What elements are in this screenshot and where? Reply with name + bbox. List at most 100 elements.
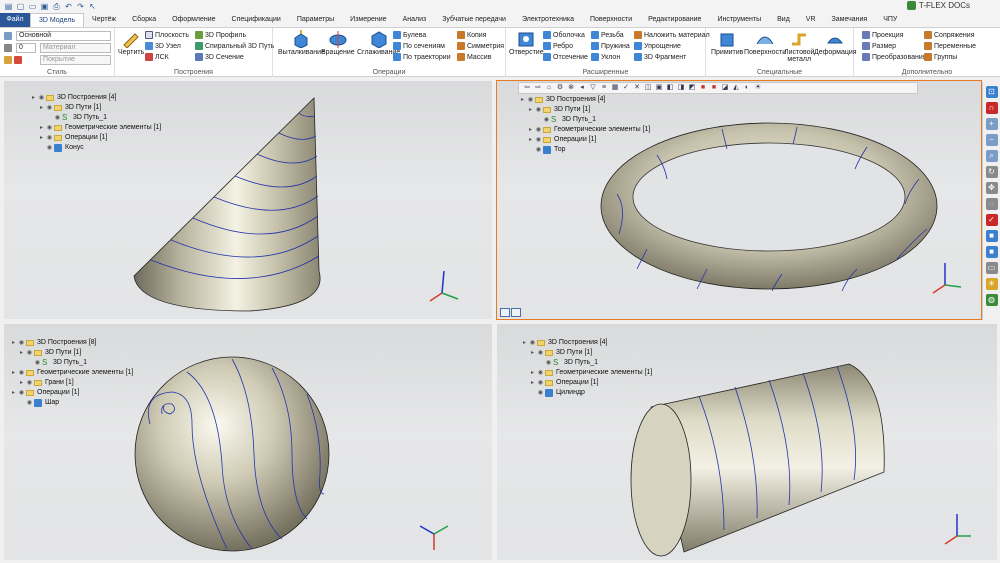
- settings-icon[interactable]: ⚙: [556, 84, 564, 92]
- forward-icon[interactable]: ⇨: [534, 84, 542, 92]
- tab-17[interactable]: ЧПУ: [875, 13, 905, 27]
- transform-button[interactable]: Преобразования: [862, 53, 927, 61]
- render-icon[interactable]: ◐: [743, 84, 751, 92]
- visibility-icon[interactable]: ◉: [526, 95, 535, 105]
- extrude-button[interactable]: Выталкивание: [278, 30, 325, 56]
- draw-button[interactable]: Чертить: [118, 30, 144, 56]
- width-combo[interactable]: 0: [16, 43, 36, 53]
- sheet-metal-button[interactable]: Листовой металл: [784, 30, 814, 63]
- cylinder-model[interactable]: [629, 362, 889, 557]
- tree-item[interactable]: ▸ ◉ 3D Построения [4]: [519, 95, 650, 105]
- tree-item[interactable]: ◉ Шар: [10, 398, 133, 408]
- apply-material-button[interactable]: Наложить материал: [634, 31, 710, 39]
- tab-4[interactable]: Оформление: [164, 13, 223, 27]
- visibility-icon[interactable]: ◉: [25, 348, 34, 358]
- tab-9[interactable]: Зубчатые передачи: [434, 13, 514, 27]
- print-icon[interactable]: ⎙: [52, 2, 61, 11]
- torus-model[interactable]: [597, 119, 942, 294]
- app-menu-icon[interactable]: ▤: [4, 2, 13, 11]
- cube-blue-icon[interactable]: ■: [985, 230, 998, 242]
- tree-item[interactable]: ▸ ◉ 3D Пути [1]: [521, 348, 652, 358]
- shell-button[interactable]: Оболочка: [543, 31, 585, 39]
- orbit-icon[interactable]: ◌: [985, 198, 998, 210]
- slope-button[interactable]: Уклон: [591, 53, 620, 61]
- symmetry-button[interactable]: Симметрия: [457, 42, 504, 50]
- sphere-model[interactable]: [132, 354, 332, 554]
- deformation-button[interactable]: Деформация: [814, 30, 857, 56]
- primitive-button[interactable]: Примитив: [711, 30, 743, 56]
- tab-2[interactable]: Чертёж: [84, 13, 124, 27]
- expand-arrow-icon[interactable]: ▸: [30, 93, 37, 103]
- viewport-cylinder[interactable]: ▸ ◉ 3D Построения [4] ▸ ◉ 3D Пути [1] ◉ S 3D Пут…: [497, 324, 997, 560]
- visibility-icon[interactable]: ◉: [17, 368, 26, 378]
- brand[interactable]: T-FLEX DOCs: [906, 1, 970, 10]
- expand-arrow-icon[interactable]: ▸: [527, 125, 534, 135]
- section3d-button[interactable]: 3D Сечение: [195, 53, 244, 61]
- shade-icon[interactable]: ◪: [721, 84, 729, 92]
- sun-icon[interactable]: ☀: [985, 278, 998, 290]
- visibility-icon[interactable]: ◉: [37, 93, 46, 103]
- red-cube-icon[interactable]: ■: [699, 84, 707, 92]
- array-button[interactable]: Массив: [457, 53, 491, 61]
- expand-arrow-icon[interactable]: ▸: [38, 103, 45, 113]
- visibility-icon[interactable]: ◉: [53, 113, 62, 123]
- pan-icon[interactable]: ✥: [985, 182, 998, 194]
- cube-blue-2-icon[interactable]: ■: [985, 246, 998, 258]
- visibility-icon[interactable]: ◉: [534, 105, 543, 115]
- node3d-button[interactable]: 3D Узел: [145, 42, 181, 50]
- material-combo[interactable]: Материал: [40, 43, 111, 53]
- check-icon[interactable]: ✓: [622, 84, 630, 92]
- size-button[interactable]: Размер: [862, 42, 896, 50]
- select-icon[interactable]: ↖: [88, 2, 97, 11]
- redo-icon[interactable]: ↷: [76, 2, 85, 11]
- tree-item[interactable]: ▸ ◉ Операции [1]: [10, 388, 133, 398]
- back-icon[interactable]: ⇦: [523, 84, 531, 92]
- by-sections-button[interactable]: По сечениям: [393, 42, 445, 50]
- visibility-icon[interactable]: ◉: [25, 378, 34, 388]
- filter-icon[interactable]: ▽: [589, 84, 597, 92]
- lsk-button[interactable]: ЛСК: [145, 53, 169, 61]
- save-icon[interactable]: ▣: [40, 2, 49, 11]
- tab-11[interactable]: Поверхности: [582, 13, 640, 27]
- visibility-icon[interactable]: ◉: [534, 145, 543, 155]
- tree-item[interactable]: ▸ ◉ 3D Построения [8]: [10, 338, 133, 348]
- hole-button[interactable]: Отверстие: [509, 30, 544, 56]
- layout-split-icon[interactable]: [511, 308, 521, 317]
- cube-view-icon[interactable]: ◫: [644, 84, 652, 92]
- coating-combo[interactable]: Покрытие: [40, 55, 111, 65]
- expand-arrow-icon[interactable]: ▸: [521, 338, 528, 348]
- light-icon[interactable]: ☀: [754, 84, 762, 92]
- plane-button[interactable]: Плоскость: [145, 31, 189, 39]
- tree-item[interactable]: ▸ ◉ Грани [1]: [10, 378, 133, 388]
- close-icon[interactable]: ⊗: [567, 84, 575, 92]
- by-trajectory-button[interactable]: По траектории: [393, 53, 451, 61]
- section-plane-icon[interactable]: ▭: [985, 262, 998, 274]
- expand-arrow-icon[interactable]: ▸: [519, 95, 526, 105]
- tree-item[interactable]: ◉ S 3D Путь_1: [10, 358, 133, 368]
- visibility-icon[interactable]: ◉: [536, 368, 545, 378]
- zoom-fit-icon[interactable]: ⊡: [985, 86, 998, 98]
- visibility-icon[interactable]: ◉: [536, 348, 545, 358]
- tree-item[interactable]: ▸ ◉ Геометрические элементы [1]: [10, 368, 133, 378]
- variables-button[interactable]: Переменные: [924, 42, 976, 50]
- check-red-icon[interactable]: ✓: [985, 214, 998, 226]
- tab-3[interactable]: Сборка: [124, 13, 164, 27]
- tab-15[interactable]: VR: [798, 13, 824, 27]
- tab-5[interactable]: Спецификации: [224, 13, 289, 27]
- fragment3d-button[interactable]: 3D Фрагмент: [634, 53, 686, 61]
- new-file-icon[interactable]: ▢: [16, 2, 25, 11]
- spiral-path-button[interactable]: Спиральный 3D Путь: [195, 42, 274, 50]
- visibility-icon[interactable]: ◉: [534, 135, 543, 145]
- viewport-cone[interactable]: ▸ ◉ 3D Построения [4] ▸ ◉ 3D Пути [1] ◉ S 3D Пут…: [4, 81, 492, 319]
- simplify-button[interactable]: Упрощение: [634, 42, 681, 50]
- groups-button[interactable]: Группы: [924, 53, 957, 61]
- cube-right-icon[interactable]: ◨: [677, 84, 685, 92]
- expand-arrow-icon[interactable]: ▸: [527, 105, 534, 115]
- visibility-icon[interactable]: ◉: [45, 133, 54, 143]
- undo-icon[interactable]: ↶: [64, 2, 73, 11]
- visibility-icon[interactable]: ◉: [536, 378, 545, 388]
- tab-6[interactable]: Параметры: [289, 13, 342, 27]
- viewport-torus[interactable]: ▸ ◉ 3D Построения [4] ▸ ◉ 3D Пути [1] ◉ S 3D Пут…: [496, 80, 982, 320]
- expand-arrow-icon[interactable]: ▸: [10, 368, 17, 378]
- tab-12[interactable]: Редактирование: [640, 13, 709, 27]
